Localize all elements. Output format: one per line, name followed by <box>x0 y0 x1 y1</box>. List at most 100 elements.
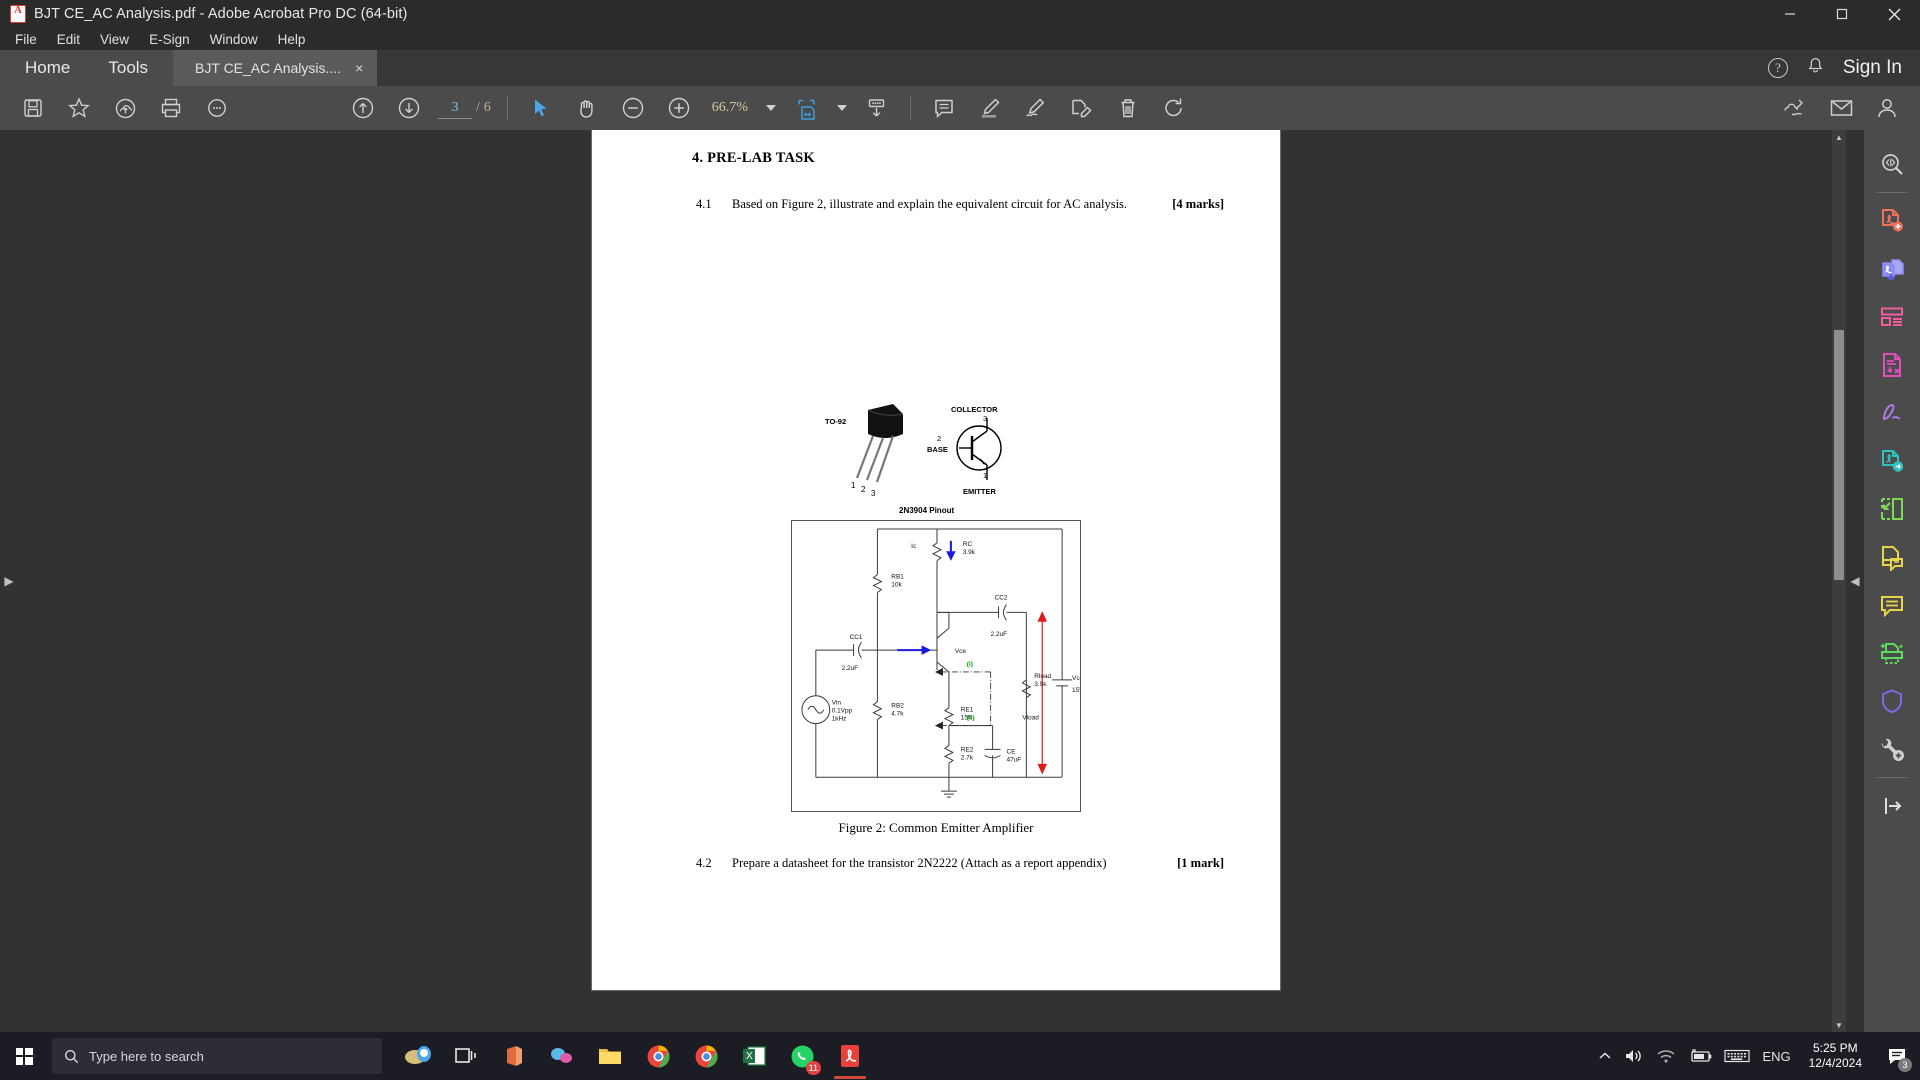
zoom-out-icon[interactable] <box>610 86 656 130</box>
comment-icon[interactable] <box>1864 581 1920 629</box>
add-to-favorites-icon[interactable] <box>56 86 102 130</box>
upload-to-cloud-icon[interactable] <box>102 86 148 130</box>
document-left-gutter <box>18 130 592 1032</box>
document-viewer[interactable]: 4. PRE-LAB TASK 4.1 Based on Figure 2, i… <box>18 130 1832 1032</box>
fit-page-width-icon[interactable] <box>784 86 830 130</box>
organize-pages-icon[interactable] <box>1864 293 1920 341</box>
keyboard-layout-icon[interactable] <box>1724 1048 1751 1064</box>
svg-text:X: X <box>746 1051 753 1062</box>
search-icon[interactable] <box>194 86 240 130</box>
file-explorer-icon[interactable] <box>588 1033 632 1079</box>
tab-tools[interactable]: Tools <box>89 50 167 86</box>
user-account-icon[interactable] <box>1864 86 1910 130</box>
document-scrollbar[interactable]: ▲ ▼ <box>1832 130 1846 1032</box>
print-icon[interactable] <box>148 86 194 130</box>
minimize-button[interactable] <box>1764 0 1816 28</box>
scroll-up-icon[interactable]: ▲ <box>1832 130 1846 144</box>
page-scroll-icon[interactable] <box>854 86 900 130</box>
enhance-scans-icon[interactable] <box>1864 629 1920 677</box>
next-page-icon[interactable] <box>386 86 432 130</box>
chevron-up-icon[interactable] <box>1598 1049 1612 1063</box>
fill-and-sign-icon[interactable] <box>1013 86 1059 130</box>
taskbar-search-box[interactable]: Type here to search <box>52 1038 382 1074</box>
volume-icon[interactable] <box>1624 1047 1644 1065</box>
acrobat-icon[interactable] <box>828 1033 872 1079</box>
taskbar-clock[interactable]: 5:25 PM 12/4/2024 <box>1803 1041 1868 1071</box>
label-re1-ref: RE1 <box>961 707 974 714</box>
wifi-icon[interactable] <box>1656 1047 1676 1065</box>
zoom-in-icon[interactable] <box>656 86 702 130</box>
whatsapp-icon[interactable]: 11 <box>780 1033 824 1079</box>
language-indicator[interactable]: ENG <box>1762 1049 1790 1064</box>
common-emitter-amplifier-schematic: Ic RC 3.9k RB1 10k RB2 4.7k RE1 150 RE2 … <box>791 520 1081 812</box>
menu-help[interactable]: Help <box>269 30 315 49</box>
help-icon[interactable]: ? <box>1767 58 1788 78</box>
search-in-document-icon[interactable] <box>1864 140 1920 188</box>
crop-pages-icon[interactable] <box>1864 485 1920 533</box>
close-button[interactable] <box>1868 0 1920 28</box>
close-icon[interactable]: × <box>355 61 363 75</box>
create-pdf-icon[interactable] <box>1864 197 1920 245</box>
tab-document[interactable]: BJT CE_AC Analysis.... × <box>173 50 378 86</box>
send-by-email-icon[interactable] <box>1818 86 1864 130</box>
task-view-icon[interactable] <box>444 1033 488 1079</box>
windows-start-icon[interactable] <box>0 1032 48 1080</box>
stamp-icon[interactable] <box>1864 533 1920 581</box>
action-center-icon[interactable]: 3 <box>1880 1032 1914 1080</box>
toolbar-divider-2 <box>909 96 911 120</box>
collapse-panel-icon[interactable] <box>1864 782 1920 830</box>
notification-count: 3 <box>1898 1058 1912 1072</box>
zoom-level-value[interactable]: 66.7% <box>702 100 758 116</box>
cortana-icon[interactable] <box>396 1033 440 1079</box>
question-marks: [4 marks] <box>1172 197 1224 211</box>
windows-taskbar: Type here to search X 11 ENG 5:25 PM 12/… <box>0 1032 1920 1080</box>
select-cursor-icon[interactable] <box>518 86 564 130</box>
edit-pdf-icon[interactable] <box>1059 86 1105 130</box>
notification-bell-icon[interactable] <box>1806 56 1825 81</box>
send-for-signature-icon[interactable] <box>1864 437 1920 485</box>
label-rb1-ref: RB1 <box>891 574 904 581</box>
menu-view[interactable]: View <box>91 30 138 49</box>
fit-dropdown-chevron-down-icon[interactable] <box>830 86 854 130</box>
emitter-pin: 1 <box>983 471 987 480</box>
tab-document-label: BJT CE_AC Analysis.... <box>195 60 342 76</box>
tab-home[interactable]: Home <box>6 50 89 86</box>
sign-in-button[interactable]: Sign In <box>1843 57 1902 79</box>
menu-edit[interactable]: Edit <box>48 30 89 49</box>
rotate-page-icon[interactable] <box>1151 86 1197 130</box>
redact-pdf-icon[interactable] <box>1864 341 1920 389</box>
add-comment-icon[interactable] <box>921 86 967 130</box>
zoom-dropdown-chevron-down-icon[interactable] <box>758 86 784 130</box>
chrome-icon[interactable] <box>636 1033 680 1079</box>
more-tools-icon[interactable] <box>1864 725 1920 773</box>
scrollbar-thumb[interactable] <box>1834 330 1844 580</box>
export-pdf-icon[interactable] <box>1864 245 1920 293</box>
label-rb1-value: 10k <box>891 582 902 589</box>
menu-esign[interactable]: E-Sign <box>140 30 199 49</box>
chrome-icon-2[interactable] <box>684 1033 728 1079</box>
label-rc-value: 3.9k <box>963 549 976 556</box>
base-pin: 2 <box>937 434 941 443</box>
protect-icon[interactable] <box>1864 677 1920 725</box>
fill-and-sign-icon[interactable] <box>1864 389 1920 437</box>
scroll-down-icon[interactable]: ▼ <box>1832 1018 1846 1032</box>
excel-icon[interactable]: X <box>732 1033 776 1079</box>
highlight-text-icon[interactable] <box>967 86 1013 130</box>
save-icon[interactable] <box>10 86 56 130</box>
previous-page-icon[interactable] <box>340 86 386 130</box>
maximize-button[interactable] <box>1816 0 1868 28</box>
label-cc1-value: 2.2uF <box>842 665 859 672</box>
office-icon[interactable] <box>492 1033 536 1079</box>
battery-charging-icon[interactable] <box>1688 1048 1712 1064</box>
paint-3d-icon[interactable] <box>540 1033 584 1079</box>
menu-file[interactable]: File <box>6 30 46 49</box>
hand-pan-icon[interactable] <box>564 86 610 130</box>
label-rload-value: 3.9k <box>1034 681 1047 688</box>
menu-window[interactable]: Window <box>201 30 267 49</box>
request-e-signature-icon[interactable] <box>1772 86 1818 130</box>
page-number-input[interactable] <box>438 97 472 119</box>
delete-page-icon[interactable] <box>1105 86 1151 130</box>
right-navigation-pane-toggle[interactable]: ◀ <box>1846 130 1864 1032</box>
left-navigation-pane-toggle[interactable]: ▶ <box>0 130 18 1032</box>
clock-time: 5:25 PM <box>1812 1041 1858 1055</box>
